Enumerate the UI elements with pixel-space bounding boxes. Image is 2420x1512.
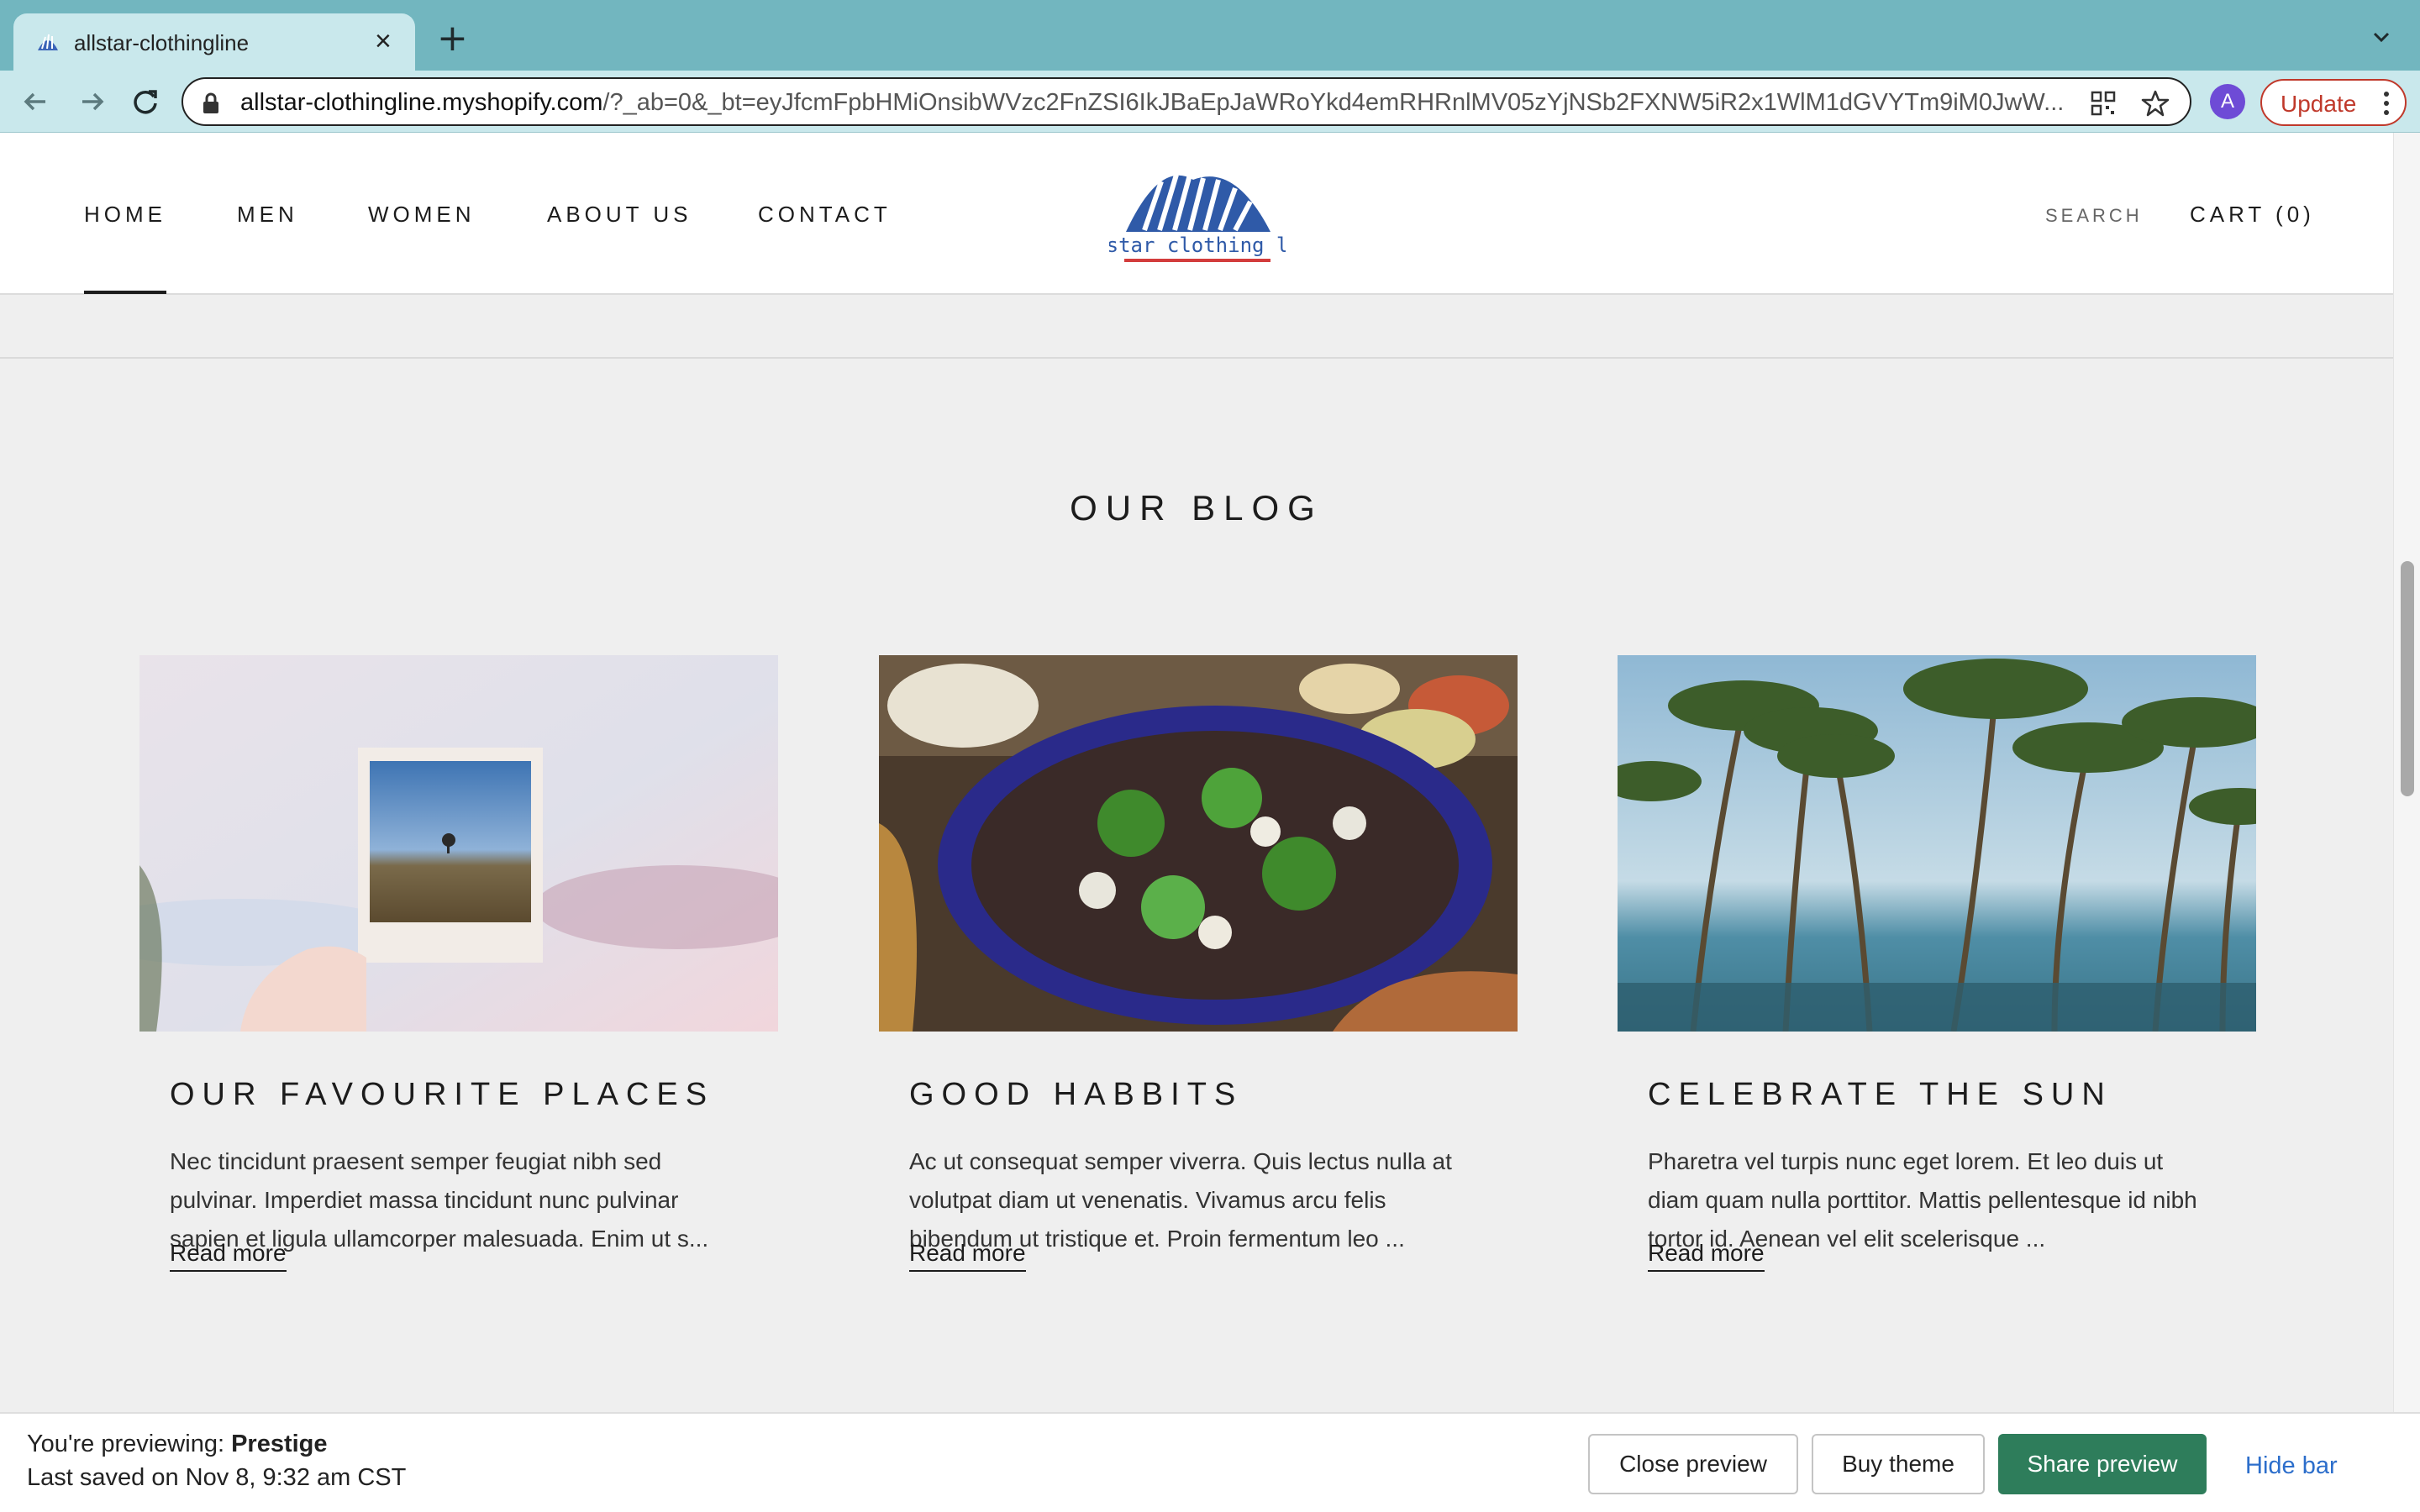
nav-men[interactable]: MEN <box>237 202 298 228</box>
url-clip: allstar-clothingline.myshopify.com/?_ab=… <box>240 79 2072 128</box>
new-tab-icon[interactable]: + <box>437 20 468 57</box>
section-divider <box>0 357 2393 359</box>
forward-arrow-icon[interactable] <box>74 84 109 119</box>
nav-women[interactable]: WOMEN <box>368 202 476 228</box>
close-tab-icon[interactable]: × <box>375 27 392 55</box>
salad-bowl-image <box>879 655 1518 1032</box>
last-saved-text: Last saved on Nov 8, 9:32 am CST <box>27 1464 407 1491</box>
bookmark-star-icon[interactable] <box>2141 89 2170 118</box>
blog-card-image[interactable] <box>1618 655 2256 1032</box>
blog-card-title[interactable]: GOOD HABBITS <box>909 1077 1243 1113</box>
browser-tab-bar: allstar-clothingline × + <box>0 0 2420 71</box>
store-header: HOME MEN WOMEN ABOUT US CONTACT allstar … <box>0 133 2393 295</box>
scrollbar-thumb[interactable] <box>2401 561 2414 796</box>
previewing-prefix: You're previewing: <box>27 1431 232 1457</box>
blog-card-title[interactable]: CELEBRATE THE SUN <box>1648 1077 2112 1113</box>
search-link[interactable]: SEARCH <box>2045 205 2143 227</box>
blog-card-image[interactable] <box>879 655 1518 1032</box>
more-vertical-icon <box>2384 92 2389 115</box>
browser-toolbar: allstar-clothingline.myshopify.com/?_ab=… <box>0 71 2420 133</box>
logo-text: allstar clothing line <box>1109 234 1286 257</box>
close-preview-button[interactable]: Close preview <box>1588 1434 1798 1494</box>
qr-code-icon[interactable] <box>2091 91 2116 116</box>
update-label: Update <box>2281 91 2357 117</box>
page-scrollbar[interactable] <box>2393 133 2420 1412</box>
buy-theme-button[interactable]: Buy theme <box>1812 1434 1985 1494</box>
nav-about-us[interactable]: ABOUT US <box>547 202 692 228</box>
active-nav-indicator <box>84 291 166 294</box>
theme-preview-bar: You're previewing: Prestige Last saved o… <box>0 1412 2420 1512</box>
update-button[interactable]: Update <box>2260 79 2407 126</box>
polaroid-photo-image <box>139 655 778 1032</box>
share-preview-button[interactable]: Share preview <box>1998 1434 2207 1494</box>
theme-name: Prestige <box>231 1431 328 1457</box>
tab-title: allstar-clothingline <box>74 30 250 55</box>
blog-card-title[interactable]: OUR FAVOURITE PLACES <box>170 1077 714 1113</box>
store-favicon-icon <box>38 34 58 50</box>
read-more-link[interactable]: Read more <box>1648 1240 1765 1272</box>
nav-contact[interactable]: CONTACT <box>758 202 892 228</box>
previewing-text: You're previewing: Prestige <box>27 1431 328 1458</box>
read-more-link[interactable]: Read more <box>909 1240 1026 1272</box>
url-host: allstar-clothingline.myshopify.com <box>240 89 603 116</box>
blog-section-title: OUR BLOG <box>1070 488 1323 528</box>
address-bar[interactable]: allstar-clothingline.myshopify.com/?_ab=… <box>182 77 2191 126</box>
url-text[interactable]: allstar-clothingline.myshopify.com/?_ab=… <box>240 89 2072 117</box>
blog-card-image[interactable] <box>139 655 778 1032</box>
lock-icon[interactable] <box>202 92 220 114</box>
palm-trees-image <box>1618 655 2256 1032</box>
back-arrow-icon[interactable] <box>18 84 54 119</box>
main-content: OUR BLOG OUR FAVOURITE PLACES Nec tincid… <box>0 295 2393 1412</box>
reload-icon[interactable] <box>128 84 163 119</box>
store-logo[interactable]: allstar clothing line <box>1109 163 1286 269</box>
browser-tab[interactable]: allstar-clothingline × <box>13 13 415 71</box>
cart-link[interactable]: CART (0) <box>2190 202 2315 228</box>
chevron-down-icon[interactable] <box>2370 25 2393 49</box>
profile-avatar[interactable]: A <box>2210 84 2245 119</box>
url-path: /?_ab=0&_bt=eyJfcmFpbHMiOnsibWVzc2FnZSI6… <box>602 89 2065 116</box>
nav-home[interactable]: HOME <box>84 202 166 228</box>
hide-bar-link[interactable]: Hide bar <box>2245 1452 2338 1480</box>
read-more-link[interactable]: Read more <box>170 1240 287 1272</box>
